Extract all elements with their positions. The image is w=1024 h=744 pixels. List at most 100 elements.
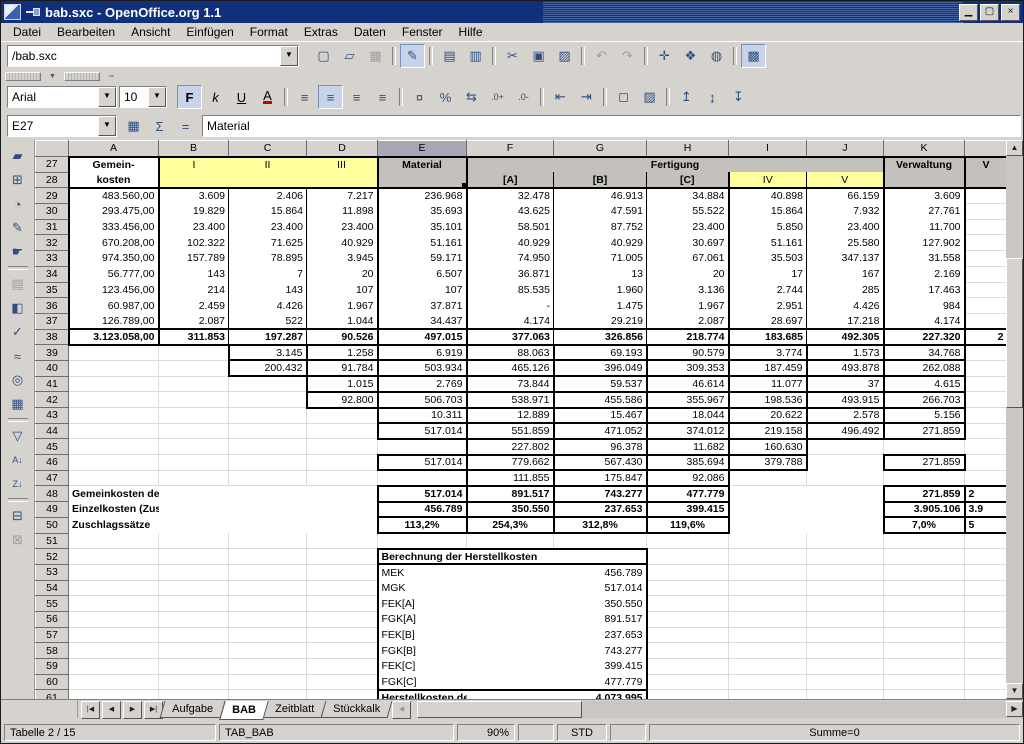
cell[interactable] — [229, 564, 307, 580]
cell[interactable]: FGK[B] — [378, 643, 467, 659]
row-header-60[interactable]: 60 — [36, 674, 69, 690]
cell[interactable]: 477.779 — [647, 486, 729, 502]
cell[interactable]: 471.052 — [554, 423, 647, 439]
row-header-38[interactable]: 38 — [36, 329, 69, 345]
cell[interactable]: 7 — [229, 266, 307, 282]
row-header-33[interactable]: 33 — [36, 251, 69, 267]
cell[interactable] — [307, 596, 378, 612]
cell[interactable]: 4.426 — [807, 298, 884, 314]
cell[interactable]: kosten — [69, 172, 159, 188]
formula-input[interactable]: Material — [202, 115, 1021, 137]
cell[interactable] — [884, 659, 965, 675]
align-justified-icon[interactable]: ≡ — [370, 85, 395, 109]
data-sources-icon[interactable]: ▦ — [5, 392, 31, 416]
cell[interactable]: 1.258 — [307, 345, 378, 361]
cell[interactable]: 51.161 — [378, 235, 467, 251]
cell[interactable]: 1.967 — [307, 298, 378, 314]
cell[interactable] — [729, 533, 807, 549]
cell[interactable]: 200.432 — [229, 360, 307, 376]
cell[interactable] — [229, 549, 307, 565]
cell[interactable] — [229, 172, 307, 188]
print-file-directly-icon[interactable]: ▤ — [437, 44, 462, 68]
row-header-50[interactable]: 50 — [36, 517, 69, 533]
cell[interactable]: 517.014 — [378, 423, 467, 439]
sheet-tab-stückkalk[interactable]: Stückkalk — [321, 701, 393, 718]
cell[interactable] — [229, 611, 307, 627]
cell[interactable] — [307, 408, 378, 424]
cell[interactable] — [307, 423, 378, 439]
undo-icon[interactable]: ↶ — [589, 44, 614, 68]
draw-functions-icon[interactable]: ✎ — [5, 216, 31, 240]
add-decimal-icon[interactable]: .0+ — [485, 85, 510, 109]
cell[interactable]: Herstellkosten der Periode — [378, 690, 467, 699]
cell[interactable]: 36.871 — [467, 266, 554, 282]
cell[interactable]: 126.789,00 — [69, 313, 159, 329]
column-header-C[interactable]: C — [229, 141, 307, 157]
cell[interactable] — [965, 533, 1007, 549]
cell[interactable]: 522 — [229, 313, 307, 329]
cell[interactable] — [159, 502, 229, 518]
cell[interactable] — [647, 564, 729, 580]
cell[interactable]: 35.503 — [729, 251, 807, 267]
copy-icon[interactable]: ▣ — [526, 44, 551, 68]
cell[interactable]: 779.662 — [467, 455, 554, 471]
redo-icon[interactable]: ↷ — [615, 44, 640, 68]
cell[interactable]: 2.406 — [229, 188, 307, 204]
cell[interactable] — [647, 627, 729, 643]
cell[interactable]: 326.856 — [554, 329, 647, 345]
cell[interactable] — [307, 643, 378, 659]
cell[interactable]: 1.960 — [554, 282, 647, 298]
cell[interactable]: 379.788 — [729, 455, 807, 471]
cell[interactable]: 40.929 — [307, 235, 378, 251]
cell[interactable]: 670.208,00 — [69, 235, 159, 251]
cell[interactable] — [69, 423, 159, 439]
cell[interactable]: 7.932 — [807, 204, 884, 220]
cell[interactable]: 35.101 — [378, 219, 467, 235]
cell[interactable]: 7.217 — [307, 188, 378, 204]
cell[interactable] — [307, 486, 378, 502]
cell[interactable]: MEK — [378, 564, 467, 580]
cell[interactable] — [884, 533, 965, 549]
cell[interactable] — [69, 392, 159, 408]
cell[interactable]: 497.015 — [378, 329, 467, 345]
cell[interactable] — [159, 627, 229, 643]
cell[interactable] — [307, 470, 378, 486]
underline-icon[interactable]: U — [229, 85, 254, 109]
row-header-29[interactable]: 29 — [36, 188, 69, 204]
cell[interactable]: 2.744 — [729, 282, 807, 298]
cell[interactable]: 271.859 — [884, 423, 965, 439]
cell[interactable] — [965, 298, 1007, 314]
cell[interactable]: V — [807, 172, 884, 188]
cell[interactable] — [69, 580, 159, 596]
cell[interactable]: 11.077 — [729, 376, 807, 392]
cell[interactable] — [159, 564, 229, 580]
cell[interactable]: 198.536 — [729, 392, 807, 408]
cell[interactable]: 69.193 — [554, 345, 647, 361]
cell[interactable] — [807, 580, 884, 596]
cell[interactable] — [69, 643, 159, 659]
cell[interactable]: 43.625 — [467, 204, 554, 220]
cell[interactable] — [229, 517, 307, 533]
row-header-58[interactable]: 58 — [36, 643, 69, 659]
cell[interactable] — [159, 172, 229, 188]
cell[interactable] — [229, 392, 307, 408]
spellcheck-icon[interactable]: ✓ — [5, 320, 31, 344]
italic-icon[interactable]: k — [203, 85, 228, 109]
row-header-34[interactable]: 34 — [36, 266, 69, 282]
cut-icon[interactable]: ✂ — [500, 44, 525, 68]
cell[interactable]: 92.086 — [647, 470, 729, 486]
cell[interactable] — [965, 423, 1007, 439]
cell[interactable] — [729, 659, 807, 675]
bold-icon[interactable]: F — [177, 85, 202, 109]
cell[interactable] — [307, 611, 378, 627]
cell[interactable]: 59.171 — [378, 251, 467, 267]
cell[interactable]: 455.586 — [554, 392, 647, 408]
cell[interactable]: 285 — [807, 282, 884, 298]
cell[interactable]: 167 — [807, 266, 884, 282]
cell[interactable] — [729, 596, 807, 612]
cell[interactable] — [159, 423, 229, 439]
cell[interactable]: 15.467 — [554, 408, 647, 424]
cell[interactable] — [69, 674, 159, 690]
cell[interactable] — [159, 517, 229, 533]
cell[interactable] — [884, 564, 965, 580]
